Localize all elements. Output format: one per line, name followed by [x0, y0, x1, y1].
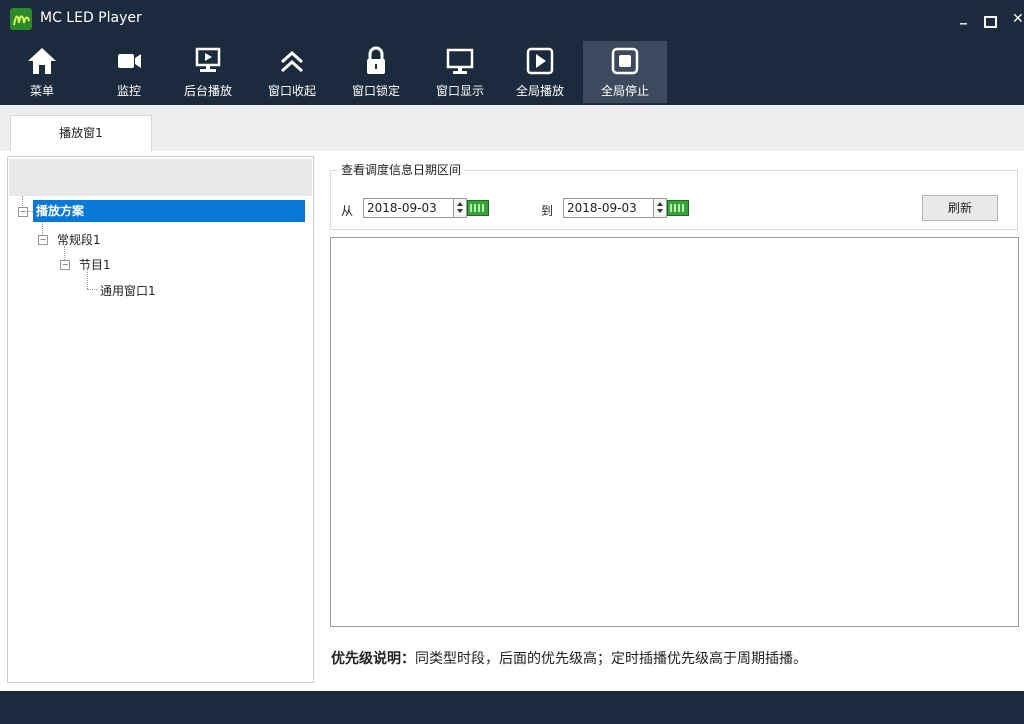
monitor-button[interactable]: 监控	[92, 41, 166, 103]
lock-window-label: 窗口锁定	[351, 84, 400, 98]
app-logo-icon	[10, 8, 32, 30]
priority-note-text: 同类型时段，后面的优先级高；定时插播优先级高于周期插播。	[415, 651, 807, 667]
tree-node-play-plan[interactable]: 播放方案	[33, 200, 305, 222]
minimize-button[interactable]: _	[960, 10, 967, 24]
show-window-button[interactable]: 窗口显示	[423, 41, 497, 103]
tree-panel	[7, 156, 314, 683]
home-icon	[28, 48, 56, 74]
global-play-label: 全局播放	[515, 84, 564, 98]
title-bar: MC LED Player _ ✕	[0, 0, 1024, 37]
to-date-spinner[interactable]	[653, 199, 666, 217]
from-date-value: 2018-09-03	[367, 201, 437, 215]
tree-expand-toggle[interactable]: −	[18, 207, 28, 217]
play-icon	[526, 47, 554, 75]
schedule-content-area[interactable]	[330, 237, 1019, 627]
collapse-icon	[280, 50, 304, 73]
video-camera-icon	[118, 54, 141, 68]
tree-header	[9, 159, 312, 196]
priority-note: 优先级说明：同类型时段，后面的优先级高；定时插播优先级高于周期插播。	[331, 648, 807, 668]
tree-line	[87, 289, 97, 290]
tree-node-program[interactable]: 节目1	[79, 256, 111, 273]
lock-icon	[367, 46, 385, 74]
date-range-group-title: 查看调度信息日期区间	[338, 161, 465, 178]
tab-play-window-1[interactable]: 播放窗1	[10, 115, 152, 151]
monitor-label: 监控	[116, 84, 141, 98]
from-calendar-icon[interactable]	[467, 200, 489, 216]
to-date-input[interactable]: 2018-09-03	[563, 198, 667, 218]
priority-note-title: 优先级说明：	[331, 651, 415, 667]
show-window-label: 窗口显示	[435, 84, 484, 98]
monitor-icon	[446, 48, 474, 74]
menu-button[interactable]: 菜单	[5, 41, 79, 103]
tab-strip: 播放窗1	[0, 105, 1024, 151]
maximize-button[interactable]	[984, 16, 997, 28]
global-stop-label: 全局停止	[600, 84, 649, 98]
main-area: − 播放方案 − 常规段1 − 节目1 通用窗口1 查看调度信息日期区间 从 2…	[0, 151, 1024, 691]
background-play-button[interactable]: 后台播放	[171, 41, 245, 103]
from-date-spinner[interactable]	[453, 199, 466, 217]
background-play-icon	[195, 47, 221, 72]
collapse-window-button[interactable]: 窗口收起	[255, 41, 329, 103]
main-toolbar: 菜单 监控 后台播放 窗口收起 窗口锁定 窗口显示 全局播放 全局停止	[0, 37, 1024, 105]
stop-icon	[611, 47, 639, 75]
global-play-button[interactable]: 全局播放	[503, 41, 577, 103]
tree-node-window[interactable]: 通用窗口1	[100, 282, 156, 299]
tree-node-segment[interactable]: 常规段1	[57, 231, 101, 248]
collapse-window-label: 窗口收起	[267, 84, 316, 98]
refresh-button[interactable]: 刷新	[922, 195, 998, 221]
menu-label: 菜单	[29, 84, 54, 98]
status-bar	[0, 691, 1024, 724]
to-label: 到	[541, 204, 554, 218]
tree-expand-toggle[interactable]: −	[38, 235, 48, 245]
window-title: MC LED Player	[40, 10, 142, 26]
close-button[interactable]: ✕	[1012, 12, 1024, 26]
lock-window-button[interactable]: 窗口锁定	[339, 41, 413, 103]
global-stop-button[interactable]: 全局停止	[583, 41, 667, 103]
background-play-label: 后台播放	[183, 84, 232, 98]
to-date-value: 2018-09-03	[567, 201, 637, 215]
tree-expand-toggle[interactable]: −	[60, 260, 70, 270]
from-label: 从	[341, 204, 354, 218]
from-date-input[interactable]: 2018-09-03	[363, 198, 467, 218]
to-calendar-icon[interactable]	[667, 200, 689, 216]
